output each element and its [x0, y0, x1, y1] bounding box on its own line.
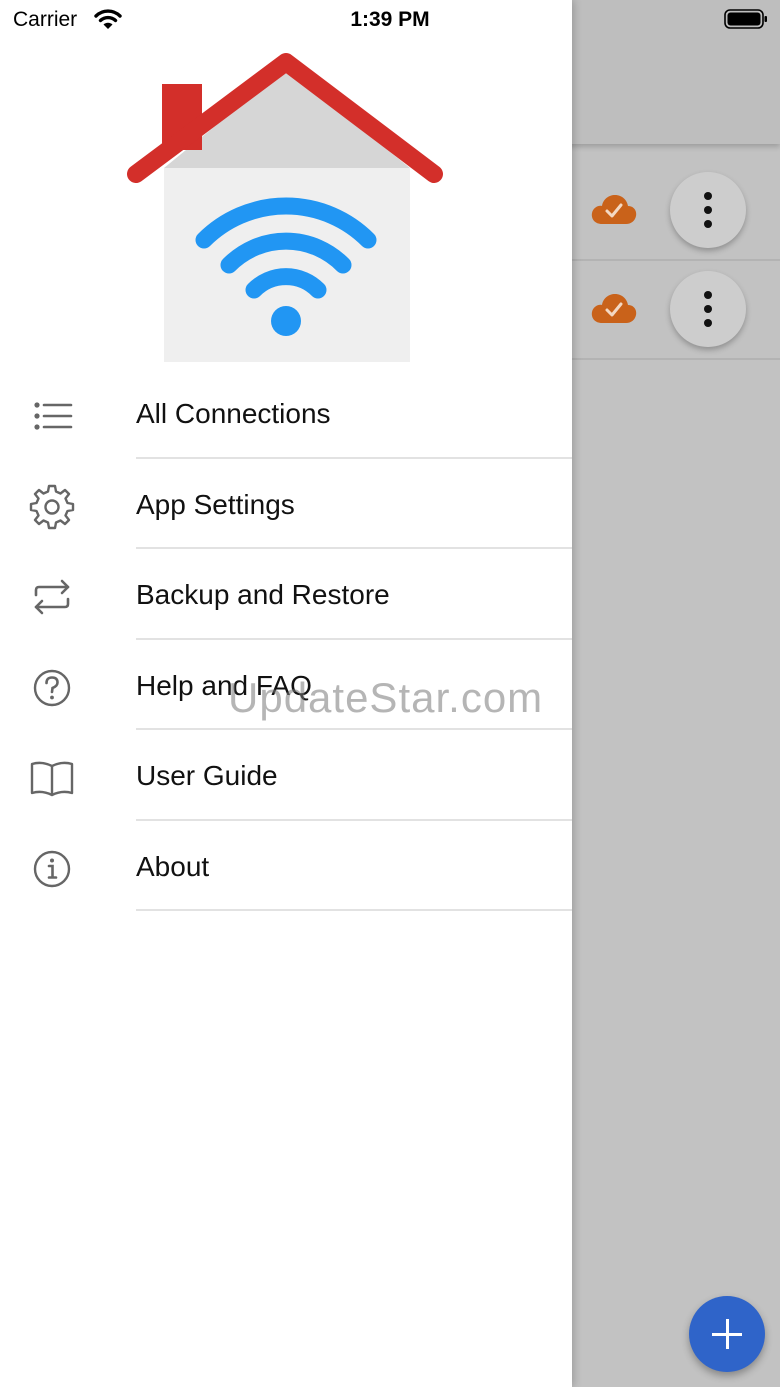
menu-item-backup-restore[interactable]: Backup and Restore: [0, 549, 572, 640]
menu-item-label: Backup and Restore: [136, 579, 390, 610]
menu-item-label: User Guide: [136, 760, 278, 791]
home-wifi-logo: [127, 53, 443, 362]
menu-item-about[interactable]: About: [0, 821, 572, 911]
list-icon: [34, 402, 73, 430]
gear-icon: [29, 484, 75, 529]
more-options-button[interactable]: [670, 271, 746, 347]
help-icon: [33, 669, 71, 706]
menu-item-user-guide[interactable]: User Guide: [0, 730, 572, 821]
watermark: UpdateStar.com: [228, 674, 544, 721]
book-icon: [30, 761, 74, 797]
battery-icon: [724, 9, 767, 29]
connection-row[interactable]: [572, 160, 780, 261]
more-options-button[interactable]: [670, 172, 746, 248]
menu-item-all-connections[interactable]: All Connections: [0, 368, 572, 459]
menu-item-app-settings[interactable]: App Settings: [0, 459, 572, 549]
status-time: 1:39 PM: [350, 8, 430, 31]
cloud-check-icon: [591, 294, 637, 323]
connection-row[interactable]: [572, 259, 780, 360]
cloud-check-icon: [591, 195, 637, 224]
menu-item-label: About: [136, 850, 210, 882]
menu-item-label: All Connections: [136, 398, 331, 429]
add-connection-button[interactable]: [689, 1296, 765, 1372]
status-bar: Carrier 1:39 PM: [0, 0, 780, 40]
sync-icon: [34, 579, 70, 615]
menu-divider: [136, 909, 572, 911]
info-icon: [33, 850, 71, 887]
drawer-menu: All Connections App Settings Backup and …: [0, 368, 572, 911]
menu-item-label: App Settings: [136, 488, 295, 520]
